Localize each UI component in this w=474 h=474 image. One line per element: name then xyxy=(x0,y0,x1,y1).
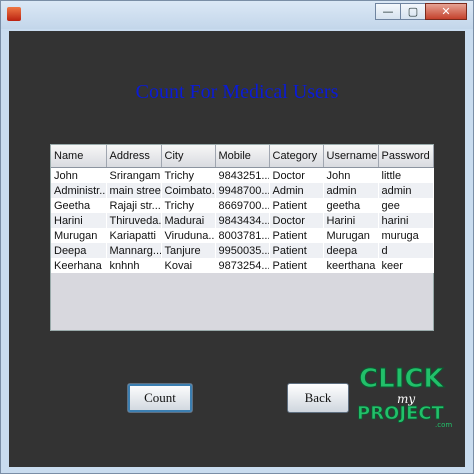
table-cell[interactable]: Patient xyxy=(269,198,324,213)
table-cell[interactable]: Kariapatti xyxy=(106,228,162,243)
table-row[interactable]: HariniThiruveda...Madurai9843434...Docto… xyxy=(51,213,434,228)
minimize-button[interactable]: — xyxy=(375,3,401,20)
column-header[interactable]: Username xyxy=(323,145,379,168)
table-cell[interactable]: Harini xyxy=(51,213,107,228)
table-cell[interactable]: John xyxy=(323,167,379,183)
table-cell[interactable]: Administr... xyxy=(51,183,107,198)
page-title: Count For Medical Users xyxy=(135,81,339,103)
table-cell[interactable]: knhnh xyxy=(106,258,162,273)
table-cell[interactable]: Patient xyxy=(269,258,324,273)
table-cell[interactable]: Harini xyxy=(323,213,379,228)
table-cell[interactable]: Rajaji str... xyxy=(106,198,162,213)
restore-button[interactable]: ▢ xyxy=(400,3,426,20)
table-cell[interactable]: 9843251... xyxy=(215,167,270,183)
table-cell[interactable]: 9843434... xyxy=(215,213,270,228)
table-cell[interactable]: Trichy xyxy=(161,198,216,213)
app-window: — ▢ ✕ Count For Medical Users Name Addres… xyxy=(0,0,474,474)
column-header[interactable]: Mobile xyxy=(215,145,270,168)
table-cell[interactable]: Viruduna... xyxy=(161,228,216,243)
table-cell[interactable]: Patient xyxy=(269,228,324,243)
table-cell[interactable]: Madurai xyxy=(161,213,216,228)
clickmyproject-logo: CLICK my PROJECT .com xyxy=(357,364,453,430)
logo-suffix: .com xyxy=(435,421,452,429)
table-cell[interactable]: John xyxy=(51,167,107,183)
table-cell[interactable]: Keerhana xyxy=(51,258,107,273)
table-cell[interactable]: harini xyxy=(378,213,434,228)
table-cell[interactable]: Geetha xyxy=(51,198,107,213)
table-cell[interactable]: Doctor xyxy=(269,213,324,228)
close-button[interactable]: ✕ xyxy=(425,3,467,20)
table-cell[interactable]: Patient xyxy=(269,243,324,258)
table-row[interactable]: John Srirangam Trichy 9843251... Doctor John l… xyxy=(51,167,434,183)
table-cell[interactable]: little xyxy=(378,167,434,183)
table-cell[interactable]: admin xyxy=(378,183,434,198)
column-header[interactable]: Name xyxy=(51,145,107,168)
table-cell[interactable]: Tanjure xyxy=(161,243,216,258)
table-cell[interactable]: Deepa xyxy=(51,243,107,258)
table-cell[interactable]: Admin xyxy=(269,183,324,198)
table-cell[interactable]: keer xyxy=(378,258,434,273)
table-cell[interactable]: 9873254... xyxy=(215,258,270,273)
table-cell[interactable]: Doctor xyxy=(269,167,324,183)
table-cell[interactable]: Murugan xyxy=(323,228,379,243)
table-cell[interactable]: main street xyxy=(106,183,162,198)
window-controls: — ▢ ✕ xyxy=(375,3,467,20)
table-cell[interactable]: 9948700... xyxy=(215,183,270,198)
table-cell[interactable]: admin xyxy=(323,183,379,198)
java-app-icon xyxy=(7,7,21,21)
table-cell[interactable]: 8003781... xyxy=(215,228,270,243)
column-header[interactable]: City xyxy=(161,145,216,168)
table-cell[interactable]: Thiruveda... xyxy=(106,213,162,228)
table-cell[interactable]: 8669700... xyxy=(215,198,270,213)
table-cell[interactable]: Coimbato... xyxy=(161,183,216,198)
table-cell[interactable]: Murugan xyxy=(51,228,107,243)
table-cell[interactable]: Srirangam xyxy=(106,167,162,183)
title-bar[interactable]: — ▢ ✕ xyxy=(1,1,473,29)
table-cell[interactable]: geetha xyxy=(323,198,379,213)
table-cell[interactable]: Mannarg... xyxy=(106,243,162,258)
table-cell[interactable]: deepa xyxy=(323,243,379,258)
table-cell[interactable]: Trichy xyxy=(161,167,216,183)
column-header[interactable]: Category xyxy=(269,145,324,168)
logo-line1: CLICK xyxy=(359,364,444,394)
back-button[interactable]: Back xyxy=(287,383,349,413)
table-row[interactable]: Deepa Mannarg... Tanjure 9950035... Patient d… xyxy=(51,243,434,258)
table-row[interactable]: Keerhana knhnh Kovai 9873254... Patient keert… xyxy=(51,258,434,273)
table-row[interactable]: Murugan Kariapatti Viruduna... 8003781... Pa… xyxy=(51,228,434,243)
column-header[interactable]: Address xyxy=(106,145,162,168)
table-cell[interactable]: 9950035... xyxy=(215,243,270,258)
table-cell[interactable]: Kovai xyxy=(161,258,216,273)
users-table-scrollpane[interactable]: Name Address City Mobile Category Username Pas… xyxy=(50,144,434,331)
table-cell[interactable]: keerthana xyxy=(323,258,379,273)
logo-line3: PROJECT xyxy=(357,403,445,424)
count-button[interactable]: Count xyxy=(127,383,193,413)
table-cell[interactable]: muruga xyxy=(378,228,434,243)
column-header[interactable]: Password xyxy=(378,145,434,168)
table-row[interactable]: Administr...main streetCoimbato...994870… xyxy=(51,183,434,198)
table-header-row: Name Address City Mobile Category Username Pas… xyxy=(51,145,434,168)
table-cell[interactable]: d xyxy=(378,243,434,258)
table-cell[interactable]: gee xyxy=(378,198,434,213)
users-table: Name Address City Mobile Category Username Pas… xyxy=(51,145,434,273)
table-row[interactable]: Geetha Rajaji str... Trichy 8669700... Patie… xyxy=(51,198,434,213)
